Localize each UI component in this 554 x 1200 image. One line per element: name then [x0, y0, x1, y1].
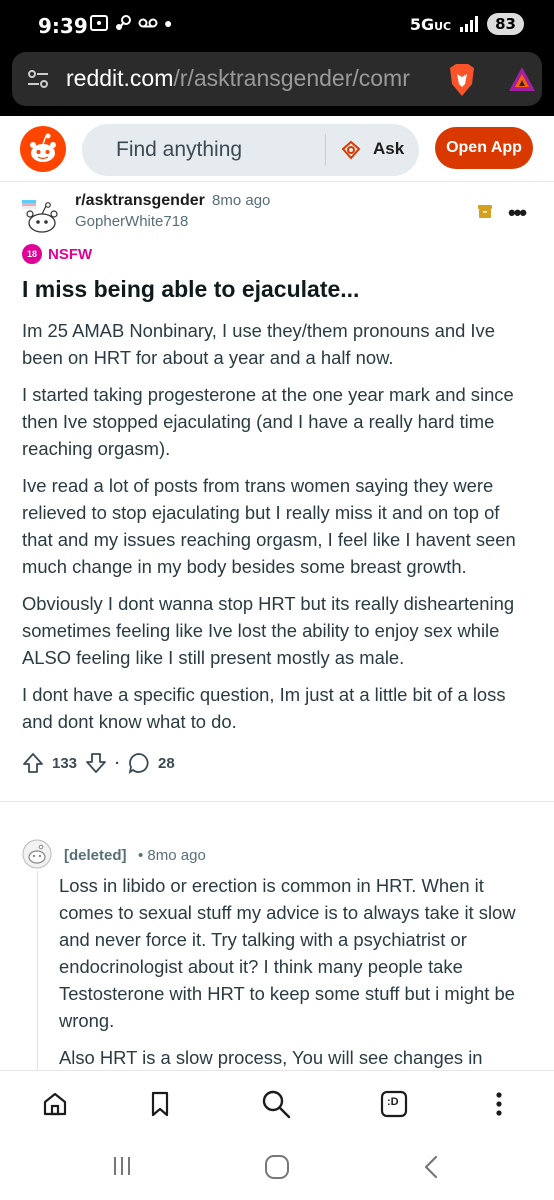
more-options-icon[interactable]: ••• [508, 200, 527, 226]
voicemail-icon [138, 18, 158, 28]
subreddit-avatar-icon[interactable] [20, 194, 64, 238]
search-bar[interactable]: Find anything Ask [82, 124, 419, 176]
comment-body: Loss in libido or erection is common in … [59, 872, 529, 1081]
subreddit-link[interactable]: r/asktransgender [75, 192, 205, 210]
tabs-button[interactable]: :D [379, 1089, 409, 1119]
reddit-header: Find anything Ask Open App [0, 116, 554, 182]
search-button[interactable] [261, 1089, 291, 1119]
steam-icon [116, 15, 131, 30]
network-label: 5GUC [409, 14, 452, 34]
site-settings-icon[interactable] [26, 67, 50, 91]
ask-button[interactable]: Ask [373, 139, 404, 159]
separator-dot: · [115, 754, 121, 772]
post-title: I miss being able to ejaculate... [22, 276, 360, 302]
downvote-icon[interactable] [85, 752, 107, 774]
screenshot-icon [90, 15, 108, 31]
comment-paragraph: Loss in libido or erection is common in … [59, 875, 516, 1031]
reddit-snoo-icon [30, 133, 56, 162]
search-placeholder[interactable]: Find anything [116, 138, 242, 162]
brave-shields-icon[interactable] [446, 62, 478, 98]
post-paragraph: Im 25 AMAB Nonbinary, I use they/them pr… [22, 320, 495, 368]
post-actions: 133 · 28 [22, 752, 179, 774]
comment-author: [deleted] [64, 847, 127, 864]
ask-icon[interactable] [340, 139, 362, 161]
recents-icon[interactable] [112, 1154, 132, 1178]
nsfw-badge: 18 [22, 244, 42, 264]
url-text[interactable]: reddit.com/r/asktransgender/comr [66, 65, 434, 92]
signal-icon [460, 16, 479, 32]
comment-thread-line[interactable] [37, 871, 38, 1071]
comment-icon[interactable] [128, 752, 150, 774]
search-icon [262, 1090, 291, 1119]
home-button[interactable] [40, 1089, 70, 1119]
comment-paragraph: Also HRT is a slow process, You will see… [59, 1047, 483, 1068]
system-nav-bar [0, 1134, 554, 1200]
archive-icon[interactable] [477, 203, 493, 219]
post-paragraph: Ive read a lot of posts from trans women… [22, 475, 516, 577]
ask-divider [325, 134, 326, 166]
home-icon [43, 1092, 67, 1116]
post-author[interactable]: GopherWhite718 [75, 213, 188, 230]
browser-toolbar: reddit.com/r/asktransgender/comr [0, 52, 554, 116]
open-app-button[interactable]: Open App [435, 127, 533, 169]
comment-timestamp: • 8mo ago [138, 847, 206, 864]
bookmark-button[interactable] [145, 1089, 175, 1119]
upvote-icon[interactable] [22, 752, 44, 774]
back-icon[interactable] [422, 1154, 440, 1180]
status-right: 5GUC 83 [410, 13, 524, 35]
home-nav-icon[interactable] [264, 1154, 290, 1180]
dot-icon: ● [164, 15, 173, 31]
post-timestamp: 8mo ago [212, 192, 271, 209]
notification-icons: ● [90, 14, 172, 32]
menu-button[interactable] [484, 1089, 514, 1119]
tabs-label: :D [387, 1096, 399, 1108]
nsfw-tag: 18 NSFW [22, 244, 92, 264]
reddit-logo[interactable] [20, 126, 66, 172]
deleted-user-avatar-icon [22, 839, 52, 869]
post-paragraph: I dont have a specific question, Im just… [22, 684, 506, 732]
post-paragraph: I started taking progesterone at the one… [22, 384, 514, 459]
comment-count[interactable]: 28 [158, 755, 175, 772]
more-icon [496, 1092, 502, 1116]
battery-indicator: 83 [487, 13, 524, 35]
upvote-count: 133 [52, 754, 78, 772]
nsfw-label: NSFW [48, 245, 93, 263]
status-bar: 9:39 ● 5GUC 83 [0, 0, 554, 52]
url-bar[interactable]: reddit.com/r/asktransgender/comr [12, 52, 542, 106]
post-paragraph: Obviously I dont wanna stop HRT but its … [22, 593, 515, 668]
status-time: 9:39 [38, 14, 88, 38]
bookmark-icon [151, 1091, 169, 1117]
brave-rewards-icon[interactable] [507, 64, 537, 94]
divider [0, 801, 554, 802]
post-body: Im 25 AMAB Nonbinary, I use they/them pr… [22, 317, 534, 745]
browser-bottom-nav: :D [0, 1070, 554, 1134]
